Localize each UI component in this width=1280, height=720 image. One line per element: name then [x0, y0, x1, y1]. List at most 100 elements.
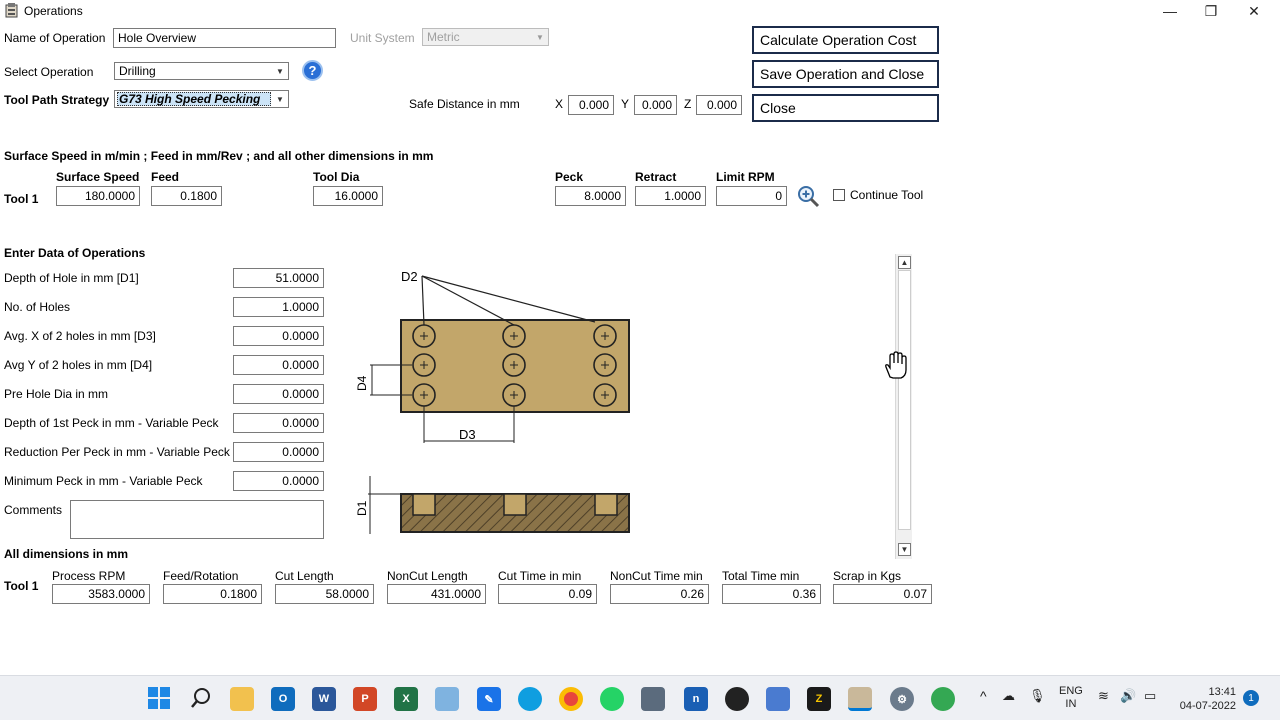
- n-app-icon[interactable]: n: [684, 687, 708, 711]
- word-icon[interactable]: W: [312, 687, 336, 711]
- excel-icon[interactable]: X: [394, 687, 418, 711]
- scrap-value[interactable]: 0.07: [833, 584, 932, 604]
- noncut-time-value[interactable]: 0.26: [610, 584, 709, 604]
- feed-label: Feed: [151, 170, 180, 184]
- recorder-icon[interactable]: [725, 687, 749, 711]
- results-heading: All dimensions in mm: [4, 547, 129, 561]
- first-peck-depth-input[interactable]: 0.0000: [233, 413, 324, 433]
- safe-z-input[interactable]: 0.000: [696, 95, 742, 115]
- calculate-operation-cost-button[interactable]: Calculate Operation Cost: [752, 26, 939, 54]
- zoom-in-icon[interactable]: [796, 184, 820, 208]
- depth-of-hole-input[interactable]: 51.0000: [233, 268, 324, 288]
- minimum-peck-input[interactable]: 0.0000: [233, 471, 324, 491]
- noncut-length-value[interactable]: 431.0000: [387, 584, 486, 604]
- cut-time-value[interactable]: 0.09: [498, 584, 597, 604]
- avg-x-input[interactable]: 0.0000: [233, 326, 324, 346]
- ops-data-heading: Enter Data of Operations: [4, 246, 146, 260]
- edge-icon[interactable]: [518, 687, 542, 711]
- search-icon[interactable]: [190, 687, 212, 709]
- total-time-value[interactable]: 0.36: [722, 584, 821, 604]
- z-app-icon[interactable]: Z: [807, 687, 831, 711]
- retract-input[interactable]: 1.0000: [635, 186, 706, 206]
- restore-button[interactable]: ❐: [1189, 0, 1233, 22]
- settings-gear-icon[interactable]: ⚙: [890, 687, 914, 711]
- tool-dia-input[interactable]: 16.0000: [313, 186, 383, 206]
- clock[interactable]: 13:41 04-07-2022: [1172, 685, 1236, 713]
- cut-length-label: Cut Length: [275, 569, 334, 583]
- peck-label: Peck: [555, 170, 584, 184]
- avg-x-label: Avg. X of 2 holes in mm [D3]: [4, 329, 156, 343]
- safe-x-label: X: [555, 97, 564, 111]
- peck-input[interactable]: 8.0000: [555, 186, 626, 206]
- hand-cursor-icon: [885, 351, 907, 379]
- continue-tool-checkbox[interactable]: [833, 189, 845, 201]
- clock-date: 04-07-2022: [1179, 700, 1236, 712]
- pre-hole-dia-label: Pre Hole Dia in mm: [4, 387, 109, 401]
- pen-app-icon[interactable]: ✎: [477, 687, 501, 711]
- feed-input[interactable]: 0.1800: [151, 186, 222, 206]
- microphone-icon[interactable]: 🎙: [1029, 688, 1046, 704]
- surface-speed-input[interactable]: 180.0000: [56, 186, 140, 206]
- unit-system-label: Unit System: [350, 31, 415, 45]
- clock-time: 13:41: [1208, 686, 1236, 698]
- outlook-icon[interactable]: O: [271, 687, 295, 711]
- scrollbar-thumb[interactable]: [898, 270, 911, 530]
- no-of-holes-input[interactable]: 1.0000: [233, 297, 324, 317]
- minimize-button[interactable]: —: [1148, 0, 1192, 22]
- avg-y-label: Avg Y of 2 holes in mm [D4]: [4, 358, 153, 372]
- cut-time-label: Cut Time in min: [498, 569, 582, 583]
- minimum-peck-label: Minimum Peck in mm - Variable Peck: [4, 474, 203, 488]
- language-indicator[interactable]: ENG IN: [1059, 685, 1083, 711]
- operations-app-icon[interactable]: [848, 687, 872, 711]
- limit-rpm-input[interactable]: 0: [716, 186, 787, 206]
- save-operation-and-close-button[interactable]: Save Operation and Close: [752, 60, 939, 88]
- comments-textarea[interactable]: [70, 500, 324, 539]
- name-of-operation-input[interactable]: Hole Overview: [113, 28, 336, 48]
- calculator-icon[interactable]: [641, 687, 665, 711]
- wifi-icon[interactable]: ≋: [1098, 688, 1109, 704]
- snipping-tool-icon[interactable]: [435, 687, 459, 711]
- scroll-up-icon[interactable]: ▲: [898, 256, 911, 269]
- battery-icon[interactable]: ▭: [1144, 688, 1156, 704]
- notification-badge[interactable]: 1: [1243, 690, 1259, 706]
- help-icon[interactable]: ?: [302, 60, 323, 81]
- chevron-up-icon[interactable]: ^: [980, 688, 987, 704]
- unit-system-select[interactable]: Metric ▼: [422, 28, 549, 46]
- taskbar: O W P X ✎ n Z ⚙ ^ ☁ 🎙 ENG IN ≋ 🔊 ▭ 13:41…: [0, 675, 1280, 720]
- close-window-button[interactable]: ✕: [1232, 0, 1276, 22]
- select-operation-value: Drilling: [119, 64, 156, 78]
- tool-path-strategy-label: Tool Path Strategy: [4, 93, 110, 107]
- units-note: Surface Speed in m/min ; Feed in mm/Rev …: [4, 149, 434, 163]
- select-operation-label: Select Operation: [4, 65, 94, 79]
- scroll-down-icon[interactable]: ▼: [898, 543, 911, 556]
- pre-hole-dia-input[interactable]: 0.0000: [233, 384, 324, 404]
- no-of-holes-label: No. of Holes: [4, 300, 71, 314]
- file-explorer-icon[interactable]: [230, 687, 254, 711]
- noncut-time-label: NonCut Time min: [610, 569, 703, 583]
- reduction-per-peck-label: Reduction Per Peck in mm - Variable Peck: [4, 445, 230, 459]
- chrome-profile-icon[interactable]: [931, 687, 955, 711]
- cut-length-value[interactable]: 58.0000: [275, 584, 374, 604]
- avg-y-input[interactable]: 0.0000: [233, 355, 324, 375]
- vertical-scrollbar[interactable]: ▲ ▼: [895, 254, 912, 559]
- process-rpm-label: Process RPM: [52, 569, 126, 583]
- notepad-icon[interactable]: [766, 687, 790, 711]
- close-button[interactable]: Close: [752, 94, 939, 122]
- app-icon: [5, 3, 18, 18]
- safe-x-input[interactable]: 0.000: [568, 95, 614, 115]
- safe-y-input[interactable]: 0.000: [634, 95, 677, 115]
- reduction-per-peck-input[interactable]: 0.0000: [233, 442, 324, 462]
- cloud-icon[interactable]: ☁: [1002, 688, 1015, 704]
- windows-start-icon[interactable]: [148, 687, 170, 709]
- chrome-icon[interactable]: [559, 687, 583, 711]
- feed-rotation-value[interactable]: 0.1800: [163, 584, 262, 604]
- tool-1-label: Tool 1: [4, 192, 39, 206]
- tool-path-strategy-dropdown[interactable]: G73 High Speed Pecking ▼: [114, 90, 289, 108]
- powerpoint-icon[interactable]: P: [353, 687, 377, 711]
- volume-icon[interactable]: 🔊: [1120, 688, 1136, 704]
- process-rpm-value[interactable]: 3583.0000: [52, 584, 150, 604]
- whatsapp-icon[interactable]: [600, 687, 624, 711]
- select-operation-dropdown[interactable]: Drilling ▼: [114, 62, 289, 80]
- total-time-label: Total Time min: [722, 569, 800, 583]
- d3-label: D3: [459, 427, 476, 442]
